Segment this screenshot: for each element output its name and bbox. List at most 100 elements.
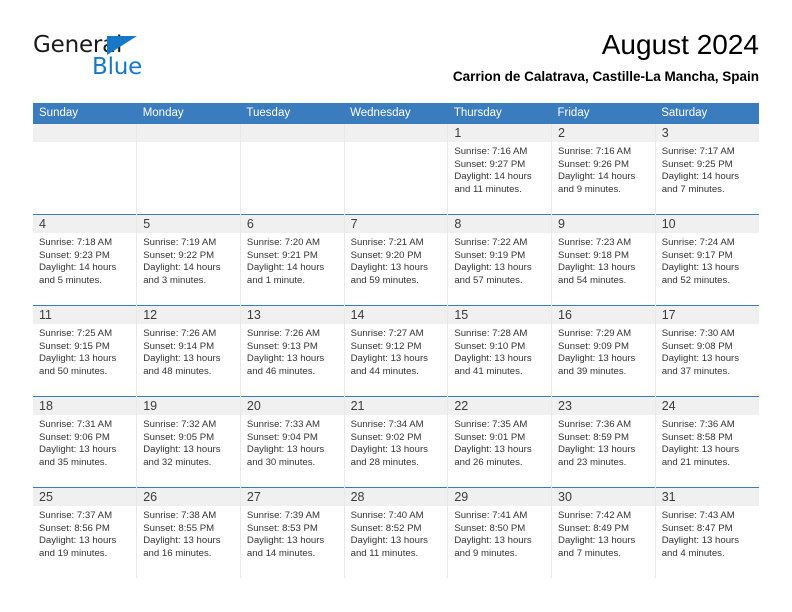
day-number: 8	[448, 215, 552, 233]
daylight-duration-line2: and 39 minutes.	[558, 365, 627, 377]
day-cell-details: Sunrise: 7:36 AM Sunset: 8:59 PM Daylight:…	[552, 415, 655, 469]
day-cell-details: Sunrise: 7:38 AM Sunset: 8:55 PM Daylight:…	[137, 506, 240, 560]
calendar-day-cell[interactable]: 3 Sunrise: 7:17 AM Sunset: 9:25 PM Daylight…	[655, 124, 759, 215]
calendar-day-cell[interactable]: 4 Sunrise: 7:18 AM Sunset: 9:23 PM Daylight…	[33, 214, 138, 306]
calendar-day-cell[interactable]: 2 Sunrise: 7:16 AM Sunset: 9:26 PM Daylight…	[551, 124, 656, 215]
calendar-day-cell[interactable]: 27 Sunrise: 7:39 AM Sunset: 8:53 PM Dayligh…	[240, 487, 345, 578]
calendar-day-cell[interactable]: 23 Sunrise: 7:36 AM Sunset: 8:59 PM Dayligh…	[551, 396, 656, 488]
day-cell-details: Sunrise: 7:43 AM Sunset: 8:47 PM Daylight:…	[656, 506, 759, 560]
day-cell-details: Sunrise: 7:21 AM Sunset: 9:20 PM Daylight:…	[345, 233, 448, 287]
day-cell-inner	[33, 124, 137, 214]
calendar-day-cell[interactable]: 20 Sunrise: 7:33 AM Sunset: 9:04 PM Dayligh…	[240, 396, 345, 488]
calendar-day-cell[interactable]: 7 Sunrise: 7:21 AM Sunset: 9:20 PM Daylight…	[344, 214, 449, 306]
calendar-day-cell[interactable]: 26 Sunrise: 7:38 AM Sunset: 8:55 PM Dayligh…	[136, 487, 241, 578]
calendar-day-cell[interactable]: 8 Sunrise: 7:22 AM Sunset: 9:19 PM Daylight…	[447, 214, 553, 306]
day-cell-details: Sunrise: 7:25 AM Sunset: 9:15 PM Daylight:…	[33, 324, 136, 378]
day-number	[344, 124, 448, 142]
daylight-duration-line1: Daylight: 13 hours	[246, 535, 325, 547]
calendar-day-cell[interactable]	[136, 124, 241, 215]
day-cell-inner: 18 Sunrise: 7:31 AM Sunset: 9:06 PM Dayligh…	[33, 397, 137, 487]
daylight-duration-line2: and 3 minutes.	[143, 274, 207, 286]
calendar-day-cell[interactable]: 18 Sunrise: 7:31 AM Sunset: 9:06 PM Dayligh…	[33, 396, 138, 488]
generalblue-logo[interactable]: General Blue	[33, 34, 223, 86]
sunset-time: Sunset: 8:53 PM	[246, 522, 318, 534]
calendar-day-cell[interactable]: 21 Sunrise: 7:34 AM Sunset: 9:02 PM Dayligh…	[344, 396, 449, 488]
calendar-day-cell[interactable]: 9 Sunrise: 7:23 AM Sunset: 9:18 PM Daylight…	[551, 214, 656, 306]
calendar-day-cell[interactable]: 14 Sunrise: 7:27 AM Sunset: 9:12 PM Dayligh…	[344, 305, 449, 397]
calendar-day-cell[interactable]: 16 Sunrise: 7:29 AM Sunset: 9:09 PM Dayligh…	[551, 305, 656, 397]
daylight-duration-line2: and 9 minutes.	[454, 547, 518, 559]
day-number: 2	[552, 124, 655, 142]
calendar-week-row: 1 Sunrise: 7:16 AM Sunset: 9:27 PM Daylight…	[33, 124, 759, 215]
logo-text-blue: Blue	[92, 54, 143, 80]
calendar-day-cell[interactable]: 29 Sunrise: 7:41 AM Sunset: 8:50 PM Dayligh…	[447, 487, 553, 578]
calendar-day-cell[interactable]: 28 Sunrise: 7:40 AM Sunset: 8:52 PM Dayligh…	[344, 487, 449, 578]
day-cell-inner	[344, 124, 448, 214]
sunrise-time: Sunrise: 7:34 AM	[350, 419, 424, 430]
sunrise-time: Sunrise: 7:33 AM	[246, 419, 320, 430]
calendar-day-cell[interactable]	[240, 124, 345, 215]
calendar-day-cell[interactable]: 13 Sunrise: 7:26 AM Sunset: 9:13 PM Dayligh…	[240, 305, 345, 397]
calendar-day-cell[interactable]: 10 Sunrise: 7:24 AM Sunset: 9:17 PM Dayligh…	[655, 214, 759, 306]
calendar-day-cell[interactable]	[33, 124, 138, 215]
daylight-duration-line1: Daylight: 13 hours	[143, 444, 221, 456]
day-number: 23	[552, 397, 655, 415]
day-cell-inner: 30 Sunrise: 7:42 AM Sunset: 8:49 PM Dayligh…	[552, 488, 655, 578]
calendar-day-cell[interactable]: 24 Sunrise: 7:36 AM Sunset: 8:58 PM Dayligh…	[655, 396, 759, 488]
sunset-time: Sunset: 9:12 PM	[350, 340, 422, 352]
calendar-body: 1 Sunrise: 7:16 AM Sunset: 9:27 PM Daylight…	[33, 124, 759, 578]
day-cell-details: Sunrise: 7:26 AM Sunset: 9:14 PM Daylight:…	[137, 324, 240, 378]
calendar-day-cell[interactable]: 15 Sunrise: 7:28 AM Sunset: 9:10 PM Dayligh…	[447, 305, 553, 397]
calendar-day-cell[interactable]: 5 Sunrise: 7:19 AM Sunset: 9:22 PM Daylight…	[136, 214, 241, 306]
calendar-day-cell[interactable]: 22 Sunrise: 7:35 AM Sunset: 9:01 PM Dayligh…	[447, 396, 553, 488]
daylight-duration-line2: and 44 minutes.	[350, 365, 419, 377]
calendar-day-cell[interactable]: 31 Sunrise: 7:43 AM Sunset: 8:47 PM Dayligh…	[655, 487, 759, 578]
calendar-day-cell[interactable]: 25 Sunrise: 7:37 AM Sunset: 8:56 PM Dayligh…	[33, 487, 138, 578]
day-cell-inner: 29 Sunrise: 7:41 AM Sunset: 8:50 PM Dayligh…	[448, 488, 552, 578]
weekday-header-friday: Friday	[551, 103, 656, 124]
day-cell-details: Sunrise: 7:33 AM Sunset: 9:04 PM Daylight:…	[241, 415, 344, 469]
day-cell-details: Sunrise: 7:37 AM Sunset: 8:56 PM Daylight:…	[33, 506, 136, 560]
daylight-duration-line1: Daylight: 13 hours	[661, 353, 740, 365]
daylight-duration-line2: and 46 minutes.	[246, 365, 316, 377]
day-cell-inner: 14 Sunrise: 7:27 AM Sunset: 9:12 PM Dayligh…	[344, 306, 448, 396]
day-cell-inner: 13 Sunrise: 7:26 AM Sunset: 9:13 PM Dayligh…	[240, 306, 344, 396]
day-cell-details: Sunrise: 7:40 AM Sunset: 8:52 PM Daylight:…	[345, 506, 448, 560]
sunset-time: Sunset: 8:58 PM	[661, 431, 733, 443]
calendar-weekday-header: Sunday Monday Tuesday Wednesday Thursday…	[33, 103, 759, 124]
day-cell-details: Sunrise: 7:32 AM Sunset: 9:05 PM Daylight:…	[137, 415, 240, 469]
sunset-time: Sunset: 9:20 PM	[350, 249, 422, 261]
sunrise-time: Sunrise: 7:28 AM	[454, 328, 528, 339]
sunset-time: Sunset: 8:50 PM	[454, 522, 526, 534]
sunrise-time: Sunrise: 7:39 AM	[246, 510, 320, 521]
calendar-day-cell[interactable]: 30 Sunrise: 7:42 AM Sunset: 8:49 PM Dayligh…	[551, 487, 656, 578]
day-cell-details: Sunrise: 7:17 AM Sunset: 9:25 PM Daylight:…	[656, 142, 759, 196]
calendar-day-cell[interactable]: 17 Sunrise: 7:30 AM Sunset: 9:08 PM Dayligh…	[655, 305, 759, 397]
calendar-day-cell[interactable]: 19 Sunrise: 7:32 AM Sunset: 9:05 PM Dayligh…	[136, 396, 241, 488]
calendar-day-cell[interactable]: 1 Sunrise: 7:16 AM Sunset: 9:27 PM Daylight…	[447, 124, 553, 215]
day-cell-details: Sunrise: 7:20 AM Sunset: 9:21 PM Daylight:…	[241, 233, 344, 287]
day-cell-details: Sunrise: 7:27 AM Sunset: 9:12 PM Daylight:…	[345, 324, 448, 378]
day-cell-details	[241, 142, 344, 146]
day-number: 11	[33, 306, 137, 324]
day-cell-details: Sunrise: 7:19 AM Sunset: 9:22 PM Daylight:…	[137, 233, 240, 287]
page-title: August 2024	[601, 29, 759, 60]
sunrise-time: Sunrise: 7:30 AM	[661, 328, 735, 339]
daylight-duration-line1: Daylight: 14 hours	[558, 171, 636, 183]
daylight-duration-line2: and 11 minutes.	[454, 183, 522, 195]
daylight-duration-line1: Daylight: 14 hours	[143, 262, 221, 274]
sunrise-time: Sunrise: 7:40 AM	[350, 510, 424, 521]
calendar-day-cell[interactable]: 6 Sunrise: 7:20 AM Sunset: 9:21 PM Daylight…	[240, 214, 345, 306]
daylight-duration-line1: Daylight: 13 hours	[246, 353, 325, 365]
day-cell-details: Sunrise: 7:16 AM Sunset: 9:27 PM Daylight:…	[448, 142, 551, 196]
daylight-duration-line1: Daylight: 13 hours	[350, 444, 428, 456]
sunrise-time: Sunrise: 7:25 AM	[39, 328, 113, 339]
daylight-duration-line1: Daylight: 13 hours	[454, 353, 532, 365]
day-number: 18	[33, 397, 137, 415]
sunrise-time: Sunrise: 7:20 AM	[246, 237, 320, 248]
calendar-day-cell[interactable]: 11 Sunrise: 7:25 AM Sunset: 9:15 PM Dayligh…	[33, 305, 138, 397]
calendar-day-cell[interactable]	[344, 124, 449, 215]
daylight-duration-line2: and 54 minutes.	[558, 274, 627, 286]
calendar-day-cell[interactable]: 12 Sunrise: 7:26 AM Sunset: 9:14 PM Dayligh…	[136, 305, 241, 397]
daylight-duration-line1: Daylight: 14 hours	[454, 171, 532, 183]
